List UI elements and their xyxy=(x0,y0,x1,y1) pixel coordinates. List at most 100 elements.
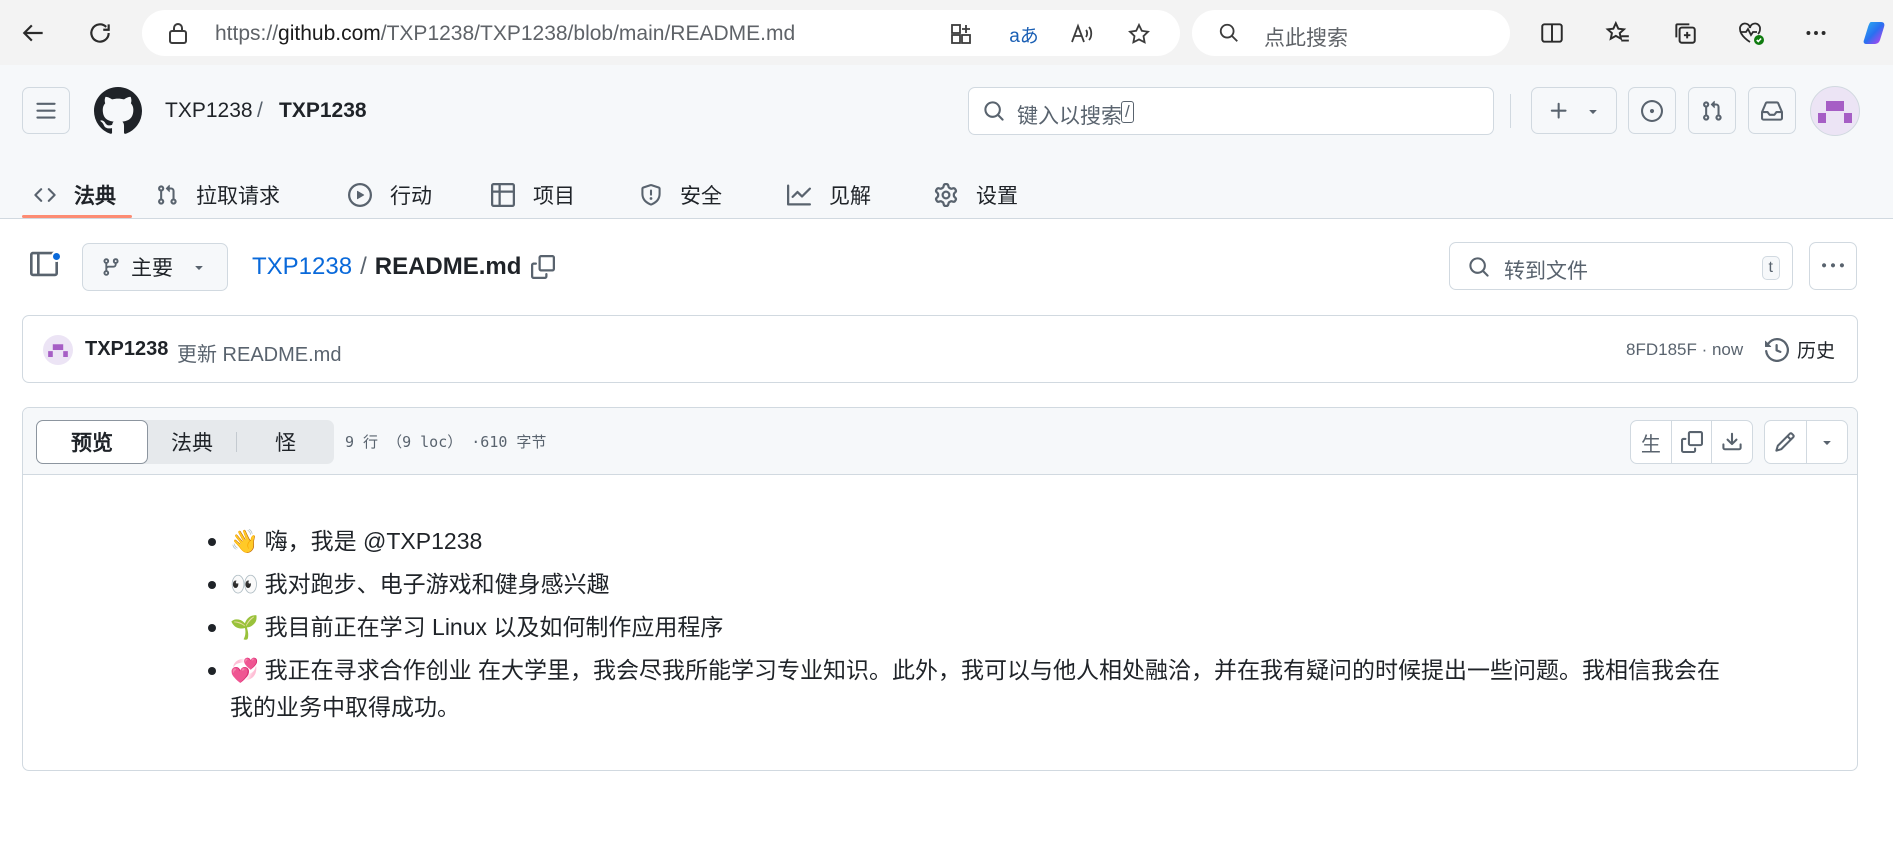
browser-health-icon[interactable] xyxy=(1732,14,1770,52)
tab-projects[interactable]: 项目 xyxy=(491,172,575,218)
file-name: README.md xyxy=(374,253,522,280)
branch-name: 主要 xyxy=(131,257,173,280)
inbox-button[interactable] xyxy=(1748,87,1796,134)
browser-toolbar: https://github.com/TXP1238/TXP1238/blob/… xyxy=(0,0,1893,65)
collections-icon[interactable] xyxy=(1666,14,1704,52)
read-aloud-icon[interactable] xyxy=(1068,21,1094,47)
table-icon xyxy=(491,183,515,207)
pencil-icon xyxy=(1775,432,1795,452)
download-icon xyxy=(1722,432,1742,451)
list-item: 👋 嗨，我是 @TXP1238 xyxy=(208,523,1740,560)
active-tab-indicator xyxy=(22,215,132,218)
file-actions-group: 生 xyxy=(1630,420,1753,464)
go-to-file-placeholder: 转到文件 xyxy=(1504,260,1588,283)
tab-security[interactable]: 安全 xyxy=(640,172,722,218)
list-item: 👀 我对跑步、电子游戏和健身感兴趣 xyxy=(208,566,1740,603)
issues-button[interactable] xyxy=(1628,87,1676,134)
tab-code-view[interactable]: 法典 xyxy=(148,420,236,464)
list-item-text: 我正在寻求合作创业 在大学里，我会尽我所能学习专业知识。此外，我可以与他人相处融… xyxy=(230,657,1721,720)
translate-icon[interactable]: aあ xyxy=(1006,21,1042,47)
browser-search-placeholder: 点此搜索 xyxy=(1264,27,1348,50)
tab-blame[interactable]: 怪 xyxy=(237,420,334,464)
list-item: 🌱 我目前正在学习 Linux 以及如何制作应用程序 xyxy=(208,609,1740,646)
browser-search-box[interactable]: 点此搜索 xyxy=(1192,10,1510,56)
apps-icon[interactable] xyxy=(948,21,974,47)
tab-preview[interactable]: 预览 xyxy=(36,420,148,464)
create-new-button[interactable] xyxy=(1531,87,1617,134)
tab-insights[interactable]: 见解 xyxy=(787,172,871,218)
back-icon[interactable] xyxy=(15,14,53,52)
seedling-icon: 🌱 xyxy=(230,615,259,641)
pull-requests-button[interactable] xyxy=(1688,87,1736,134)
inbox-icon xyxy=(1761,100,1783,121)
favorite-star-icon[interactable] xyxy=(1126,21,1152,47)
tab-label: 安全 xyxy=(680,185,722,208)
edit-actions-group xyxy=(1764,420,1848,464)
search-icon xyxy=(983,100,1005,122)
split-screen-icon[interactable] xyxy=(1533,14,1571,52)
menu-icon xyxy=(36,102,56,119)
file-stats: 9 行 （9 loc） ·610 字节 xyxy=(345,433,547,451)
identicon-icon xyxy=(48,344,68,357)
play-icon xyxy=(348,183,372,207)
edit-file-button[interactable] xyxy=(1765,421,1807,463)
url-text[interactable]: https://github.com/TXP1238/TXP1238/blob/… xyxy=(215,22,795,46)
more-options-button[interactable] xyxy=(1809,242,1857,290)
owner-breadcrumb[interactable]: TXP1238 xyxy=(165,99,253,123)
tab-label: 设置 xyxy=(976,185,1018,208)
file-path-breadcrumb: TXP1238 / README.md xyxy=(252,253,556,281)
tab-pull-requests[interactable]: 拉取请求 xyxy=(156,172,280,218)
history-button[interactable]: 历史 xyxy=(1765,336,1835,363)
tab-label: 法典 xyxy=(74,185,116,208)
url-domain: github.com xyxy=(278,22,381,45)
git-pull-request-icon xyxy=(1703,100,1722,121)
tab-label: 项目 xyxy=(533,185,575,208)
copy-raw-button[interactable] xyxy=(1672,421,1713,463)
issue-opened-icon xyxy=(1641,99,1663,122)
repo-root-link[interactable]: TXP1238 xyxy=(252,253,352,281)
more-menu-icon[interactable] xyxy=(1797,14,1835,52)
edit-dropdown-button[interactable] xyxy=(1807,421,1848,463)
breadcrumb-separator: / xyxy=(257,99,263,122)
kebab-horizontal-icon xyxy=(1822,263,1844,268)
user-avatar[interactable] xyxy=(1810,86,1860,136)
commit-message[interactable]: 更新 README.md xyxy=(177,338,341,367)
commit-author-avatar[interactable] xyxy=(43,335,73,365)
shield-icon xyxy=(640,184,662,206)
identicon-icon xyxy=(1818,101,1852,123)
github-logo-icon[interactable] xyxy=(94,87,142,135)
copilot-icon[interactable] xyxy=(1858,14,1893,52)
github-search-input[interactable]: 键入以搜索 / xyxy=(968,87,1494,135)
tab-actions[interactable]: 行动 xyxy=(348,172,432,218)
search-shortcut-key: / xyxy=(1121,101,1134,123)
list-item: 💞️ 我正在寻求合作创业 在大学里，我会尽我所能学习专业知识。此外，我可以与他人相… xyxy=(208,652,1740,725)
tab-settings[interactable]: 设置 xyxy=(934,172,1018,218)
raw-button[interactable]: 生 xyxy=(1631,421,1672,463)
list-item-text: 我对跑步、电子游戏和健身感兴趣 xyxy=(264,571,610,597)
branch-selector-button[interactable]: 主要 xyxy=(82,243,228,291)
repo-breadcrumb[interactable]: TXP1238 xyxy=(279,99,367,123)
commit-author[interactable]: TXP1238 xyxy=(85,338,168,361)
lock-icon[interactable] xyxy=(168,22,188,44)
download-button[interactable] xyxy=(1712,421,1752,463)
go-to-file-input[interactable]: 转到文件 t xyxy=(1449,242,1793,290)
refresh-icon[interactable] xyxy=(81,14,119,52)
history-label: 历史 xyxy=(1797,341,1836,362)
favorites-icon[interactable] xyxy=(1599,14,1637,52)
pull-request-icon xyxy=(156,184,178,206)
copy-path-icon[interactable] xyxy=(531,255,556,279)
history-icon xyxy=(1765,337,1789,362)
tab-label: 拉取请求 xyxy=(196,185,280,208)
tab-code[interactable]: 法典 xyxy=(34,172,116,218)
search-icon xyxy=(1468,256,1490,278)
hamburger-menu-button[interactable] xyxy=(22,87,70,134)
address-bar[interactable]: https://github.com/TXP1238/TXP1238/blob/… xyxy=(142,10,1180,56)
path-separator: / xyxy=(360,253,367,280)
triangle-down-icon xyxy=(1823,441,1831,445)
file-viewer: 预览 法典 怪 9 行 （9 loc） ·610 字节 生 👋 嗨，我是 @TX… xyxy=(22,407,1858,771)
commit-sha-time[interactable]: 8FD185F · now xyxy=(1626,340,1743,360)
list-item-text: 我目前正在学习 Linux 以及如何制作应用程序 xyxy=(264,614,724,640)
waving-hand-icon: 👋 xyxy=(230,529,259,555)
url-prefix: https:// xyxy=(215,22,279,45)
triangle-down-icon xyxy=(1588,109,1597,114)
